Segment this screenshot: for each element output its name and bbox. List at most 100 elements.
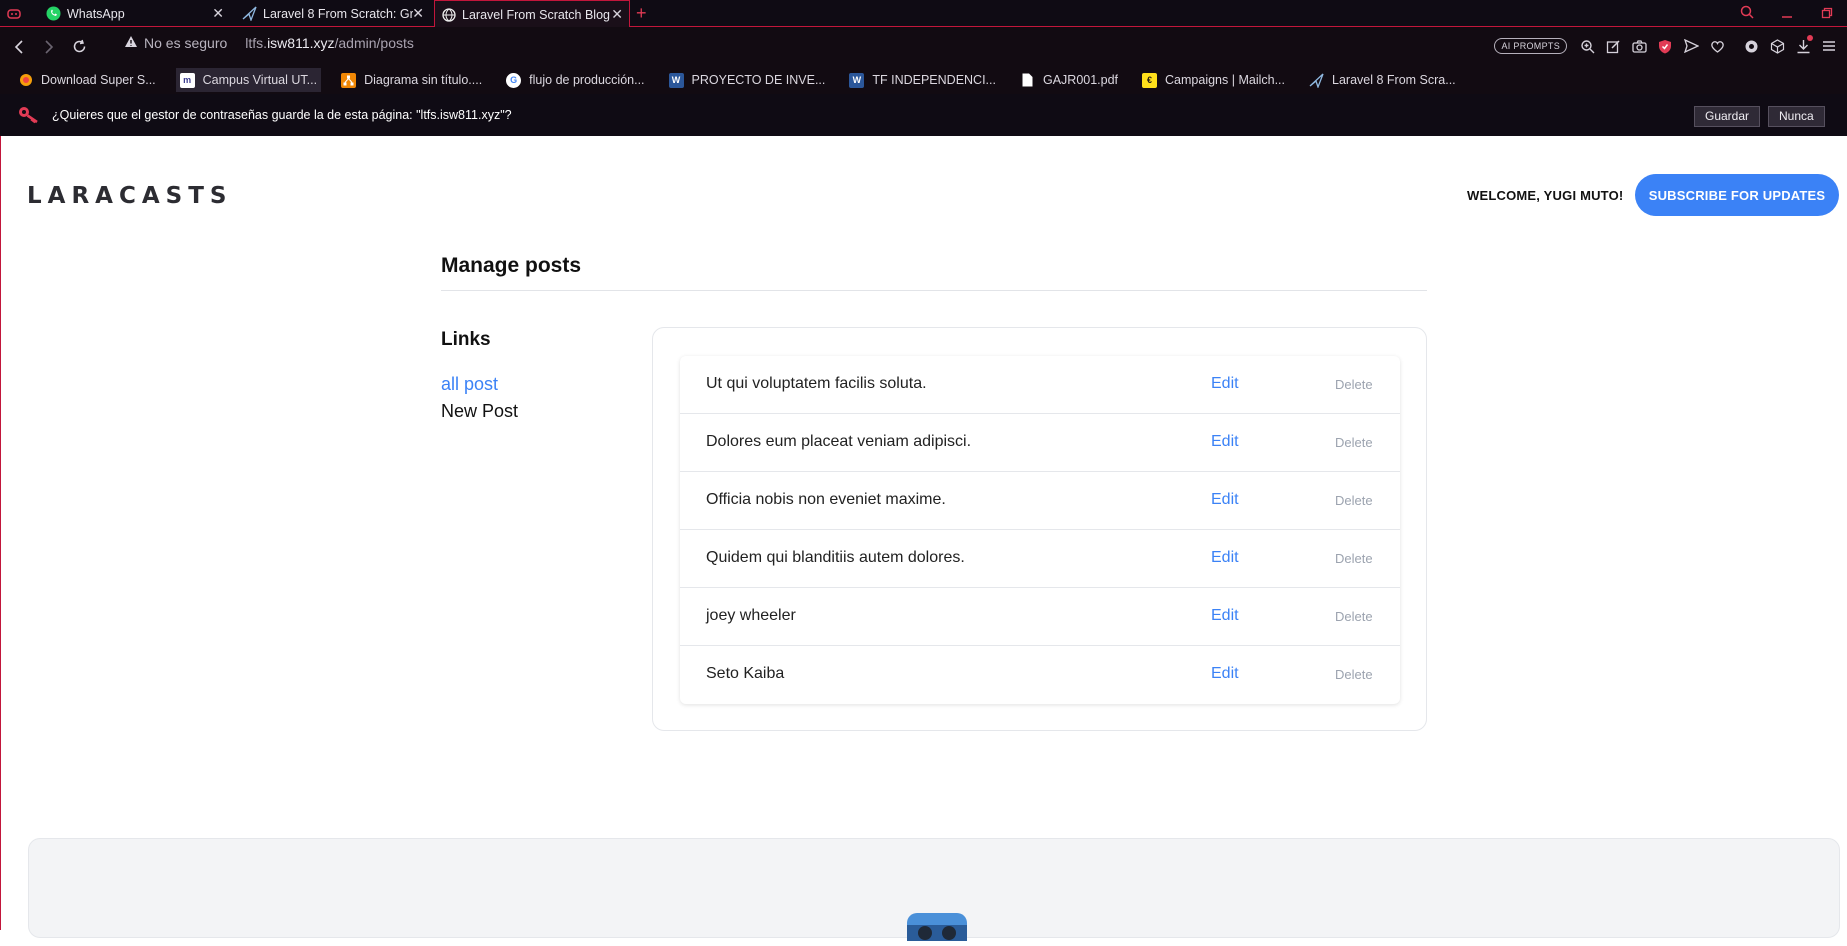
post-title[interactable]: joey wheeler (706, 607, 796, 625)
file-icon (1020, 73, 1035, 88)
url-domain: isw811.xyz (267, 35, 335, 51)
posts-card: Ut qui voluptatem facilis soluta. Edit D… (652, 327, 1427, 731)
bookmark-item[interactable]: G flujo de producción... (502, 68, 648, 92)
delete-button[interactable]: Delete (1335, 493, 1373, 508)
post-title[interactable]: Ut qui voluptatem facilis soluta. (706, 375, 927, 393)
drawio-icon (341, 72, 357, 88)
newsletter-footer (28, 838, 1840, 946)
whatsapp-icon (46, 6, 61, 21)
close-icon[interactable]: ✕ (611, 6, 623, 23)
post-title[interactable]: Officia nobis non eveniet maxime. (706, 491, 946, 509)
browser-toolbar: AI PROMPTS (1494, 35, 1839, 56)
divider (441, 290, 1427, 291)
tab-blog-active[interactable]: Laravel From Scratch Blog ✕ (434, 0, 630, 28)
insecure-label: No es seguro (144, 35, 228, 51)
close-icon[interactable]: ✕ (412, 5, 424, 22)
bookmark-label: Laravel 8 From Scra... (1332, 73, 1456, 87)
ai-prompts-button[interactable]: AI PROMPTS (1494, 38, 1567, 54)
laracasts-icon (1309, 73, 1324, 88)
bookmark-label: TF INDEPENDENCI... (872, 73, 996, 87)
bookmark-item[interactable]: m Campus Virtual UT... (175, 68, 322, 92)
mascot-icon (905, 911, 969, 946)
logo-text: LARACASTS (27, 183, 233, 209)
gamepad-icon (6, 6, 21, 21)
post-title[interactable]: Seto Kaiba (706, 665, 784, 683)
never-save-button[interactable]: Nunca (1768, 106, 1825, 127)
tab-whatsapp[interactable]: WhatsApp ✕ (40, 0, 230, 27)
table-row: Dolores eum placeat veniam adipisci. Edi… (680, 414, 1400, 472)
edit-link[interactable]: Edit (1211, 549, 1239, 567)
globe-icon (441, 7, 456, 22)
subscribe-button[interactable]: SUBSCRIBE FOR UPDATES (1635, 174, 1839, 216)
delete-button[interactable]: Delete (1335, 609, 1373, 624)
campus-icon: m (179, 72, 195, 88)
send-icon[interactable] (1681, 36, 1701, 56)
posts-table: Ut qui voluptatem facilis soluta. Edit D… (680, 356, 1400, 704)
delete-button[interactable]: Delete (1335, 551, 1373, 566)
bookmark-item[interactable]: W PROYECTO DE INVE... (665, 68, 830, 92)
minimize-icon[interactable] (1767, 6, 1807, 22)
tab-bar: WhatsApp ✕ Laravel 8 From Scratch: Gro ✕… (0, 0, 1847, 28)
welcome-text[interactable]: WELCOME, YUGI MUTO! (1467, 188, 1623, 203)
maximize-icon[interactable] (1807, 6, 1847, 22)
edit-link[interactable]: Edit (1211, 433, 1239, 451)
link-all-post[interactable]: all post (441, 374, 498, 395)
save-password-button[interactable]: Guardar (1694, 106, 1761, 127)
reload-icon[interactable] (64, 32, 94, 62)
edit-link[interactable]: Edit (1211, 375, 1239, 393)
mailchimp-icon: € (1142, 72, 1158, 88)
edit-link[interactable]: Edit (1211, 665, 1239, 683)
edit-icon[interactable] (1603, 36, 1623, 56)
table-row: Officia nobis non eveniet maxime. Edit D… (680, 472, 1400, 530)
back-icon[interactable] (4, 32, 34, 62)
word-icon: W (849, 72, 865, 88)
camera-icon[interactable] (1629, 36, 1649, 56)
page-content: LARACASTS WELCOME, YUGI MUTO! SUBSCRIBE … (0, 136, 1847, 946)
tab-gx[interactable] (0, 0, 36, 27)
page-title: Manage posts (441, 254, 582, 277)
url-field[interactable]: No es seguro ltfs.isw811.xyz/admin/posts (124, 35, 414, 51)
post-title[interactable]: Quidem qui blanditiis autem dolores. (706, 549, 965, 567)
close-icon[interactable]: ✕ (212, 5, 224, 22)
forward-icon[interactable] (34, 32, 64, 62)
url-host: ltfs. (245, 35, 268, 51)
edit-link[interactable]: Edit (1211, 491, 1239, 509)
link-new-post[interactable]: New Post (441, 401, 518, 422)
password-prompt-text: ¿Quieres que el gestor de contraseñas gu… (52, 108, 512, 122)
bookmark-item[interactable]: Diagrama sin título.... (337, 68, 486, 92)
security-indicator[interactable]: No es seguro (124, 35, 227, 51)
laracasts-icon (242, 6, 257, 21)
menu-icon[interactable] (1819, 36, 1839, 56)
tab-label: Laravel From Scratch Blog (462, 7, 610, 22)
tab-laravel-8[interactable]: Laravel 8 From Scratch: Gro ✕ (236, 0, 430, 27)
extensions-cube-icon[interactable] (1767, 36, 1787, 56)
laracasts-logo[interactable]: LARACASTS (27, 183, 233, 209)
edit-link[interactable]: Edit (1211, 607, 1239, 625)
zoom-icon[interactable] (1577, 36, 1597, 56)
word-icon: W (668, 72, 684, 88)
post-title[interactable]: Dolores eum placeat veniam adipisci. (706, 433, 971, 451)
bookmark-item[interactable]: Laravel 8 From Scra... (1305, 68, 1460, 92)
bookmark-item[interactable]: Download Super S... (14, 68, 160, 92)
search-icon[interactable] (1727, 5, 1767, 22)
delete-button[interactable]: Delete (1335, 667, 1373, 682)
delete-button[interactable]: Delete (1335, 377, 1373, 392)
bookmark-label: Campus Virtual UT... (202, 73, 318, 87)
vpn-icon[interactable] (1741, 36, 1761, 56)
bookmark-item[interactable]: GAJR001.pdf (1016, 68, 1122, 92)
adblock-shield-icon[interactable] (1655, 36, 1675, 56)
table-row: Ut qui voluptatem facilis soluta. Edit D… (680, 356, 1400, 414)
download-icon[interactable] (1793, 35, 1813, 56)
bookmark-label: PROYECTO DE INVE... (691, 73, 826, 87)
bookmark-item[interactable]: € Campaigns | Mailch... (1138, 68, 1289, 92)
delete-button[interactable]: Delete (1335, 435, 1373, 450)
table-row: joey wheeler Edit Delete (680, 588, 1400, 646)
bookmark-item[interactable]: W TF INDEPENDENCI... (845, 68, 1000, 92)
bookmark-label: flujo de producción... (529, 73, 645, 87)
tab-label: Laravel 8 From Scratch: Gro (263, 6, 413, 21)
new-tab-button[interactable]: + (636, 0, 656, 27)
bookmark-label: Campaigns | Mailch... (1165, 73, 1285, 87)
google-icon: G (506, 72, 522, 88)
heart-icon[interactable] (1707, 36, 1727, 56)
key-icon (18, 106, 40, 124)
